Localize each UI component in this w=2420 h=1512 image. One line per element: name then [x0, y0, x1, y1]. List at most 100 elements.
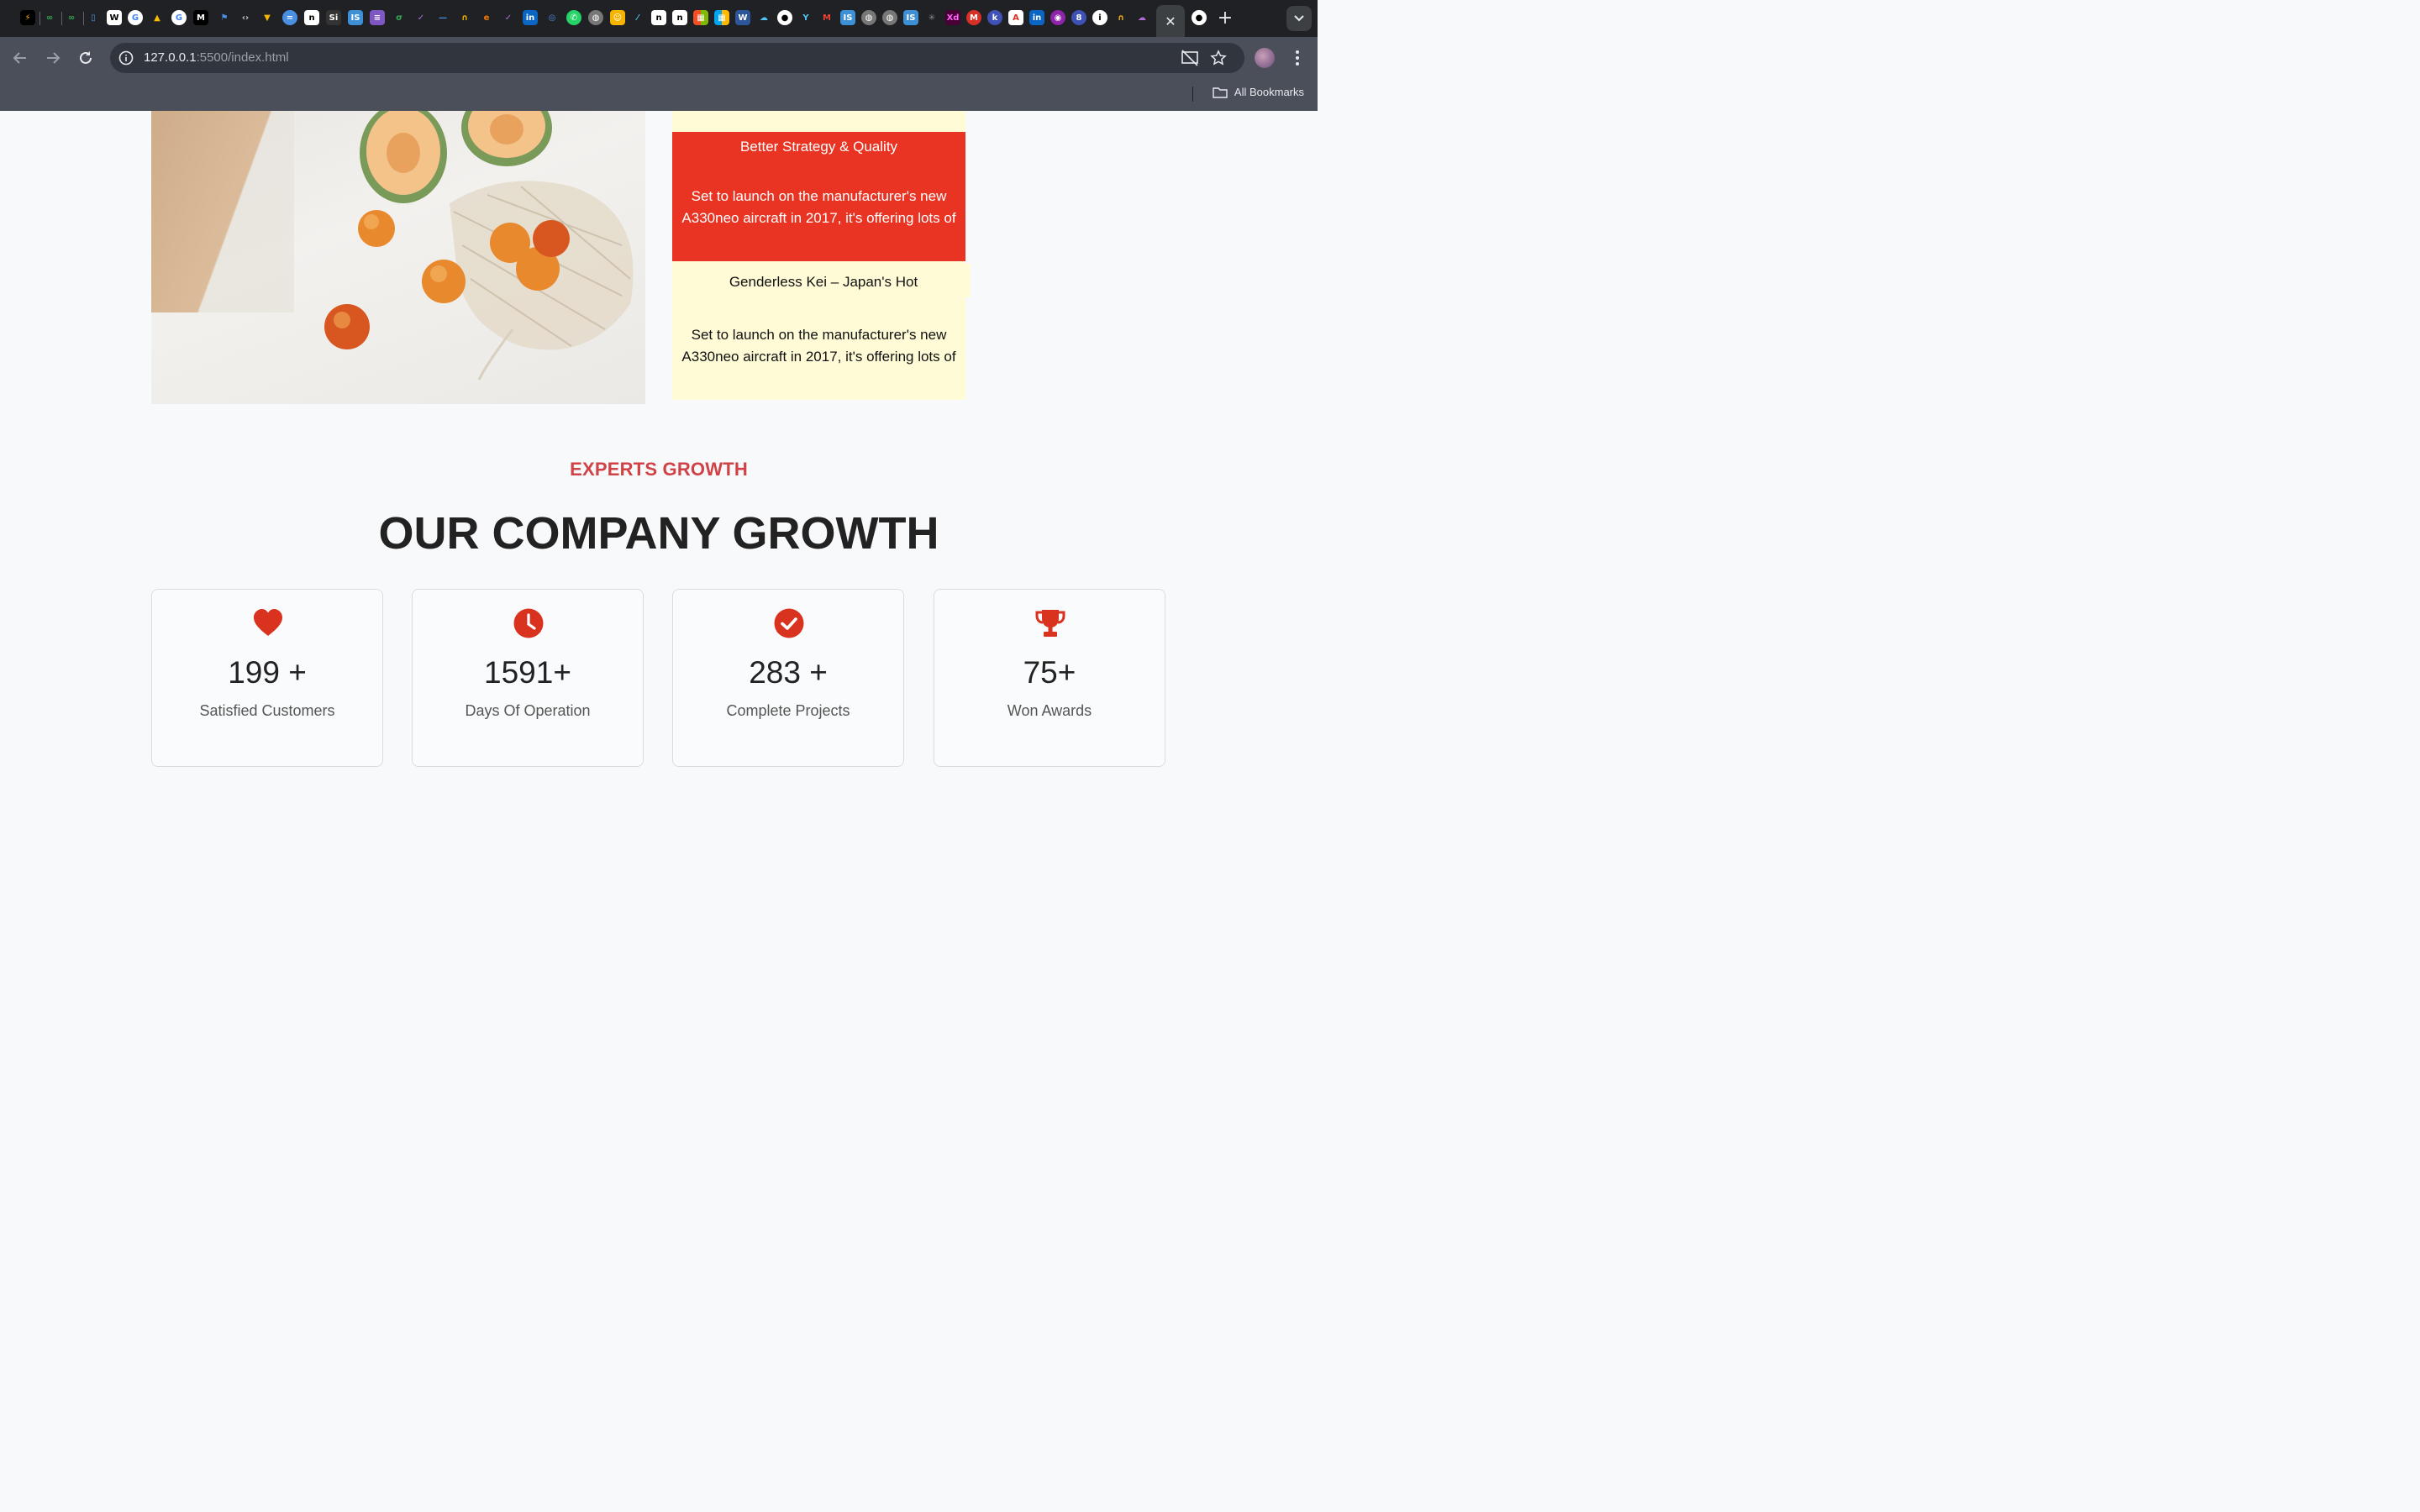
tab-favicon-icon[interactable]: ∩ [457, 10, 472, 25]
tab-favicon-icon[interactable]: ⚡ [20, 10, 35, 25]
tab-favicon-icon[interactable]: ◎ [544, 10, 560, 25]
profile-avatar[interactable] [1255, 48, 1275, 68]
word-icon[interactable]: W [735, 10, 750, 25]
close-tab-icon[interactable]: ✕ [1165, 13, 1176, 29]
tab-favicon-icon[interactable]: k [987, 10, 1002, 25]
xd-icon[interactable]: Xd [945, 10, 960, 25]
feature-card-genderless: Genderless Kei – Japan's Hot Set to laun… [672, 261, 965, 400]
globe-icon[interactable]: ◍ [882, 10, 897, 25]
github-icon[interactable]: ● [777, 10, 792, 25]
tab-favicon-icon[interactable]: IS [903, 10, 918, 25]
tab-favicon-icon[interactable]: ∞ [42, 10, 57, 25]
info-icon[interactable]: i [1092, 10, 1107, 25]
reload-button[interactable] [75, 47, 97, 69]
linkedin-icon[interactable]: in [1029, 10, 1044, 25]
feature-card-strategy: Better Strategy & Quality Set to launch … [672, 132, 965, 261]
section-eyebrow: EXPERTS GROWTH [570, 459, 748, 480]
stat-label: Days Of Operation [465, 702, 591, 719]
tab-favicon-icon[interactable]: ∩ [1113, 10, 1128, 25]
tab-favicon-icon[interactable]: ∞ [64, 10, 79, 25]
linkedin-icon[interactable]: in [523, 10, 538, 25]
url-host: 127.0.0.1 [144, 50, 197, 65]
tab-favicon-icon[interactable]: IS [348, 10, 363, 25]
tab-favicon-icon[interactable]: σ [392, 10, 407, 25]
tab-separator [39, 12, 40, 25]
tab-favicon-icon[interactable]: — [435, 10, 450, 25]
tab-favicon-icon[interactable]: ⁄ [630, 10, 645, 25]
stat-label: Complete Projects [726, 702, 850, 719]
tab-favicon-icon[interactable]: M [193, 10, 208, 25]
stat-value: 1591+ [484, 655, 571, 690]
tab-favicon-icon[interactable]: W [107, 10, 122, 25]
url-path: :5500/index.html [196, 50, 289, 65]
microsoft-icon[interactable]: ▦ [693, 10, 708, 25]
notion-icon[interactable]: n [672, 10, 687, 25]
tab-favicon-icon[interactable]: M [966, 10, 981, 25]
bookmark-star-icon[interactable] [1210, 50, 1227, 66]
notion-icon[interactable]: n [304, 10, 319, 25]
tab-search-button[interactable] [1286, 6, 1312, 31]
heart-icon [254, 609, 282, 636]
tab-separator [83, 12, 84, 25]
tab-favicon-icon[interactable]: e [479, 10, 494, 25]
tab-favicon-icon[interactable]: ▼ [260, 10, 275, 25]
active-tab[interactable]: ✕ [1156, 5, 1185, 37]
feature-card-title: Better Strategy & Quality [739, 139, 898, 155]
all-bookmarks-button[interactable]: All Bookmarks [1213, 86, 1304, 98]
tab-favicon-icon[interactable]: ▯ [86, 10, 101, 25]
gmail-icon[interactable]: M [819, 10, 834, 25]
back-button[interactable] [9, 47, 31, 69]
url-text[interactable]: 127.0.0.1:5500/index.html [144, 50, 289, 65]
stat-value: 199 + [228, 655, 307, 690]
folder-icon [1213, 87, 1228, 98]
site-info-icon[interactable] [118, 50, 134, 66]
stat-card-awards: 75+ Won Awards [934, 589, 1165, 767]
all-bookmarks-label: All Bookmarks [1234, 86, 1304, 98]
arrow-right-icon [47, 52, 60, 64]
notion-icon[interactable]: n [651, 10, 666, 25]
tab-separator [61, 12, 62, 25]
feature-card-top [672, 111, 965, 132]
tab-favicon-icon[interactable]: ⚑ [217, 10, 232, 25]
forward-button[interactable] [42, 47, 64, 69]
fruit-illustration [324, 111, 634, 381]
stat-value: 75+ [1023, 655, 1076, 690]
stat-card-days: 1591+ Days Of Operation [412, 589, 644, 767]
globe-icon[interactable]: ◍ [588, 10, 603, 25]
tab-favicon-icon[interactable]: ☁ [1134, 10, 1150, 25]
more-vert-icon [1296, 50, 1299, 66]
tab-favicon-icon[interactable]: A [1008, 10, 1023, 25]
browser-menu-button[interactable] [1289, 48, 1306, 68]
tab-favicon-icon[interactable]: ◉ [1050, 10, 1065, 25]
tab-favicon-icon[interactable]: = [282, 10, 297, 25]
reload-icon [80, 51, 92, 64]
globe-icon[interactable]: ◍ [861, 10, 876, 25]
tab-favicon-icon[interactable]: ☺ [610, 10, 625, 25]
whatsapp-icon[interactable]: ✆ [566, 10, 581, 25]
tab-favicon-icon[interactable]: ✳ [924, 10, 939, 25]
onedrive-icon[interactable]: ☁ [756, 10, 771, 25]
clock-icon [513, 608, 544, 638]
tab-favicon-icon[interactable]: IS [840, 10, 855, 25]
address-bar[interactable]: 127.0.0.1:5500/index.html [110, 43, 1244, 73]
fruit-photo [151, 111, 645, 404]
stat-card-customers: 199 + Satisfied Customers [151, 589, 383, 767]
tab-strip: ⚡ ∞ ∞ ▯ W G ▲ G M ⚑ ‹› ▼ = n Si IS ≡ σ ✓… [0, 0, 1318, 37]
drive-icon[interactable]: ▲ [150, 10, 165, 25]
tab-favicon-icon[interactable]: ✓ [501, 10, 516, 25]
code-icon[interactable]: ‹› [238, 10, 253, 25]
feature-card-edge [965, 264, 971, 297]
microsoft-icon[interactable]: ▦ [714, 10, 729, 25]
feature-card-text: Set to launch on the manufacturer's new … [681, 188, 956, 226]
tab-favicon-icon[interactable]: Y [798, 10, 813, 25]
tab-favicon-icon[interactable]: 8 [1071, 10, 1086, 25]
tab-favicon-icon[interactable]: Si [326, 10, 341, 25]
tab-favicon-icon[interactable]: ≡ [370, 10, 385, 25]
google-icon[interactable]: G [128, 10, 143, 25]
tab-favicon-icon[interactable]: ✓ [413, 10, 429, 25]
github-icon[interactable]: ● [1192, 10, 1207, 25]
google-icon[interactable]: G [171, 10, 187, 25]
new-tab-button[interactable]: + [1215, 8, 1235, 29]
cast-off-icon[interactable] [1181, 50, 1199, 66]
feature-card-text: Set to launch on the manufacturer's new … [681, 327, 956, 365]
